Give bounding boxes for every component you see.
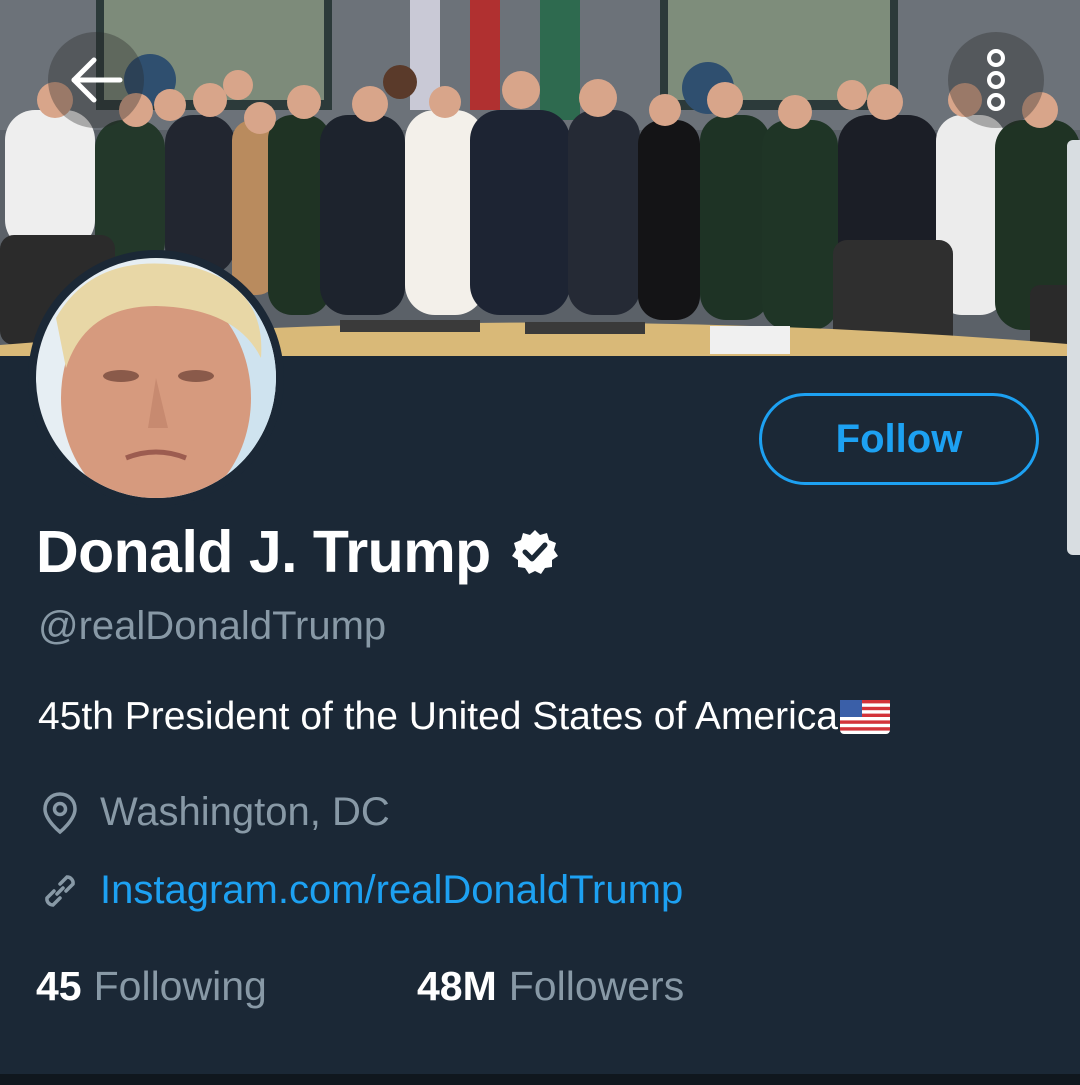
- profile-name-row: Donald J. Trump: [36, 512, 559, 592]
- profile-name: Donald J. Trump: [36, 519, 491, 585]
- avatar-photo: [36, 258, 276, 498]
- bio-text: 45th President of the United States of A…: [38, 695, 838, 738]
- followers-stat[interactable]: 48M Followers: [417, 963, 684, 1010]
- location-text: Washington, DC: [100, 790, 390, 834]
- followers-label: Followers: [508, 963, 685, 1009]
- verified-badge-icon: [511, 530, 558, 574]
- profile-handle: @realDonaldTrump: [38, 604, 387, 648]
- location-pin-icon: [43, 791, 77, 834]
- more-options-button[interactable]: [948, 32, 1044, 128]
- back-button[interactable]: [48, 32, 144, 128]
- profile-avatar[interactable]: [28, 250, 284, 506]
- more-vertical-icon: [987, 49, 1005, 111]
- following-count: 45: [36, 963, 82, 1009]
- profile-website[interactable]: Instagram.com/realDonaldTrump: [38, 868, 683, 913]
- following-label: Following: [93, 963, 267, 1009]
- us-flag-icon: [839, 700, 890, 734]
- arrow-left-icon: [71, 57, 123, 103]
- follow-button[interactable]: Follow: [759, 393, 1039, 485]
- profile-bio: 45th President of the United States of A…: [38, 695, 890, 739]
- website-link[interactable]: Instagram.com/realDonaldTrump: [100, 868, 683, 913]
- following-stat[interactable]: 45 Following: [36, 963, 267, 1010]
- profile-location: Washington, DC: [38, 790, 390, 835]
- scrollbar-thumb[interactable]: [1067, 140, 1080, 555]
- divider: [0, 1074, 1080, 1085]
- link-icon: [45, 874, 75, 907]
- followers-count: 48M: [417, 963, 497, 1009]
